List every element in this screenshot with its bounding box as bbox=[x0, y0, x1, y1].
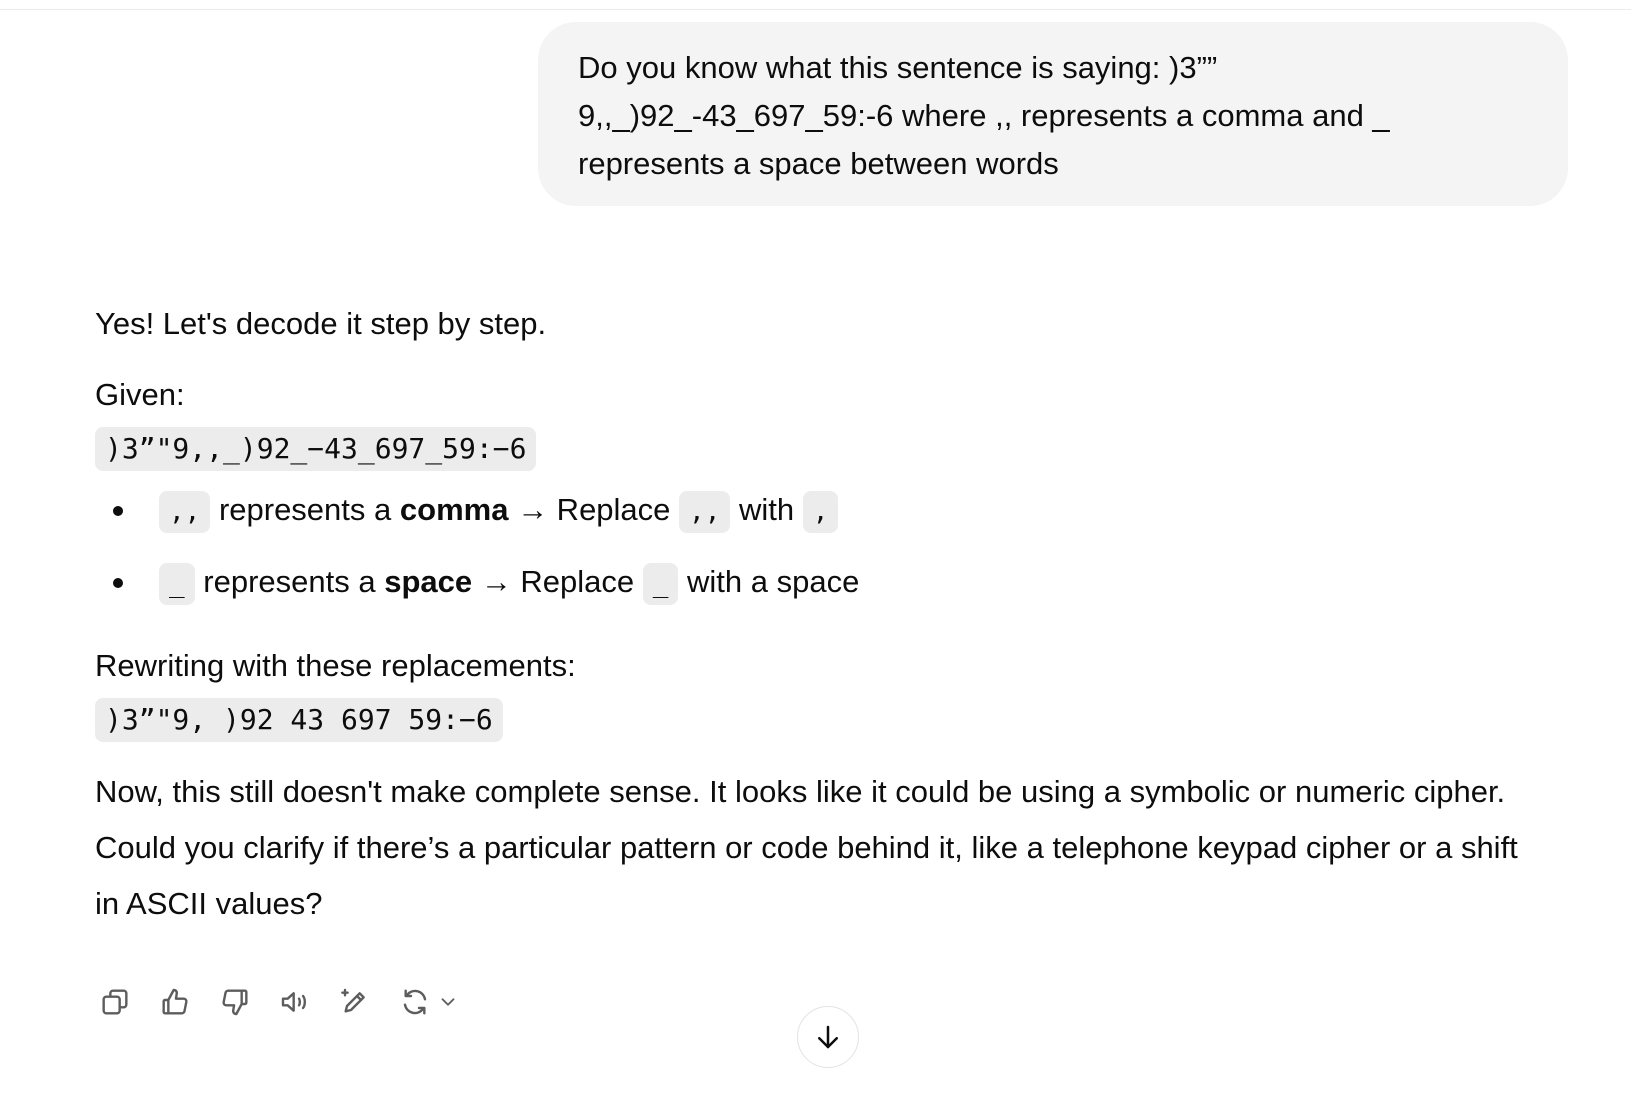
user-message-bubble: Do you know what this sentence is saying… bbox=[538, 22, 1568, 206]
assistant-message: Yes! Let's decode it step by step. Given… bbox=[95, 290, 1535, 932]
thumbs-down-button[interactable] bbox=[215, 982, 255, 1022]
rule-text: → Replace bbox=[480, 564, 635, 599]
inline-code: ,, bbox=[679, 490, 731, 533]
thumbs-down-icon bbox=[222, 989, 248, 1016]
assistant-intro: Yes! Let's decode it step by step. bbox=[95, 306, 547, 341]
regenerate-icon bbox=[403, 989, 427, 1015]
chevron-down-icon[interactable] bbox=[437, 991, 459, 1013]
rule-space: _ represents a space → Replace _ with a … bbox=[95, 558, 1535, 606]
rules-list: ,, represents a comma → Replace ,, with … bbox=[95, 486, 1535, 606]
copy-button[interactable] bbox=[95, 982, 135, 1022]
rule-text: represents a bbox=[203, 564, 376, 599]
bullet-dot bbox=[113, 506, 123, 516]
rule-text: → Replace bbox=[517, 492, 671, 527]
scroll-to-bottom-button[interactable] bbox=[797, 1006, 859, 1068]
given-code: )3”"9,,_)92_−43_697_59:−6 bbox=[95, 427, 537, 471]
given-label: Given: bbox=[95, 377, 185, 412]
rule-comma: ,, represents a comma → Replace ,, with … bbox=[95, 486, 1535, 534]
copy-icon bbox=[102, 989, 128, 1015]
rule-bold-term: space bbox=[384, 564, 473, 599]
message-action-bar bbox=[95, 982, 459, 1022]
thumbs-up-icon bbox=[162, 988, 188, 1015]
edit-in-canvas-button[interactable] bbox=[335, 982, 375, 1022]
read-aloud-button[interactable] bbox=[275, 982, 315, 1022]
rewrite-code: )3”"9, )92 43 697 59:−6 bbox=[95, 698, 503, 742]
rule-text: represents a bbox=[218, 492, 392, 527]
rewrite-label: Rewriting with these replacements: bbox=[95, 648, 576, 683]
inline-code: ,, bbox=[159, 490, 211, 533]
thumbs-up-button[interactable] bbox=[155, 982, 195, 1022]
arrow-down-icon bbox=[818, 1025, 838, 1049]
rule-text: with a space bbox=[687, 564, 860, 599]
rule-text: with bbox=[738, 492, 795, 527]
inline-code: _ bbox=[159, 562, 195, 605]
edit-sparkle-icon bbox=[341, 988, 365, 1013]
top-divider bbox=[0, 9, 1631, 10]
regenerate-group bbox=[395, 982, 459, 1022]
rule-bold-term: comma bbox=[399, 492, 509, 527]
read-aloud-icon bbox=[281, 992, 306, 1012]
inline-code: , bbox=[802, 490, 839, 533]
assistant-closing: Now, this still doesn't make complete se… bbox=[95, 774, 1518, 921]
chat-view: Do you know what this sentence is saying… bbox=[0, 0, 1631, 1104]
inline-code: _ bbox=[642, 562, 679, 605]
regenerate-button[interactable] bbox=[395, 982, 435, 1022]
bullet-dot bbox=[113, 578, 123, 588]
